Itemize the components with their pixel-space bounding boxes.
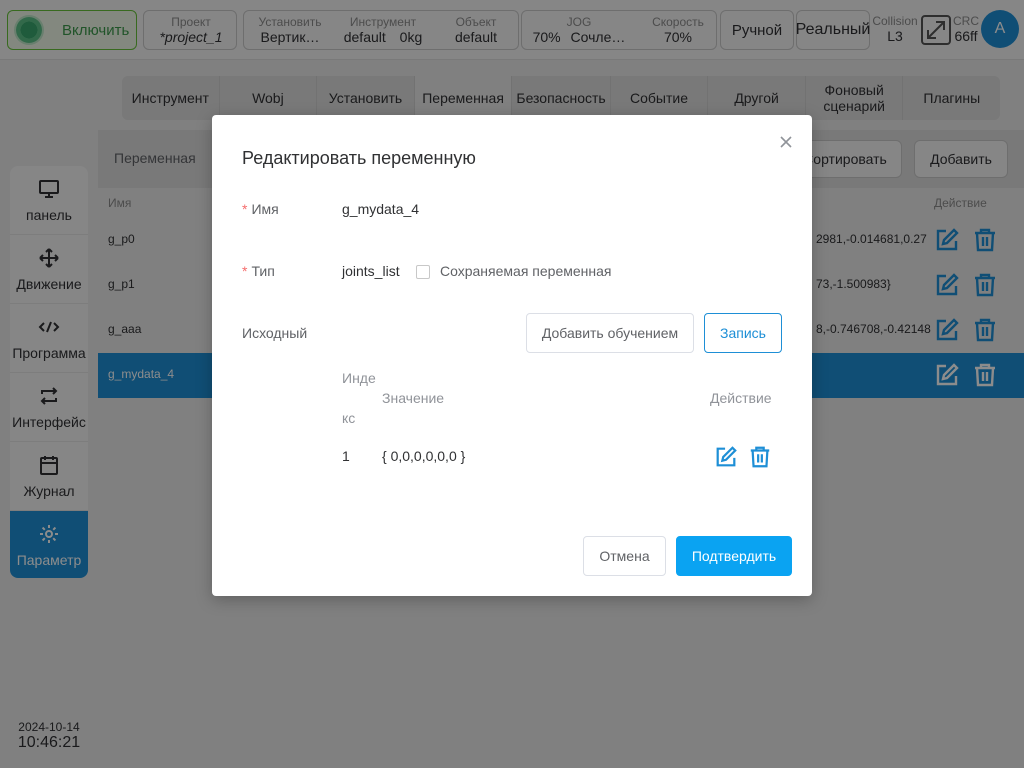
record-button[interactable]: Запись [704,313,782,353]
sub-col-index-1: Инде [342,370,376,386]
dialog-title: Редактировать переменную [242,148,476,168]
required-mark: * [242,263,248,279]
sub-col-action: Действие [710,390,772,406]
cancel-button[interactable]: Отмена [583,536,666,576]
sub-delete-icon[interactable] [748,445,772,472]
initial-label: Исходный [242,325,308,341]
required-mark: * [242,201,248,217]
confirm-button[interactable]: Подтвердить [676,536,792,576]
name-value: g_mydata_4 [342,201,420,217]
sub-col-value: Значение [382,390,445,406]
close-icon[interactable] [778,135,794,151]
edit-variable-dialog: Редактировать переменную * Имя g_mydata_4… [212,115,812,596]
type-value: joints_list [342,263,400,279]
add-by-teaching-button[interactable]: Добавить обучением [526,313,694,353]
sub-row-index: 1 [342,448,350,464]
persistent-checkbox[interactable] [416,265,430,279]
sub-col-index-2: кс [342,410,356,426]
sub-edit-icon[interactable] [714,445,738,472]
name-label: * Имя [242,201,279,217]
type-label-text: Тип [251,263,275,279]
sub-row-value: { 0,0,0,0,0,0 } [382,448,466,464]
type-label: * Тип [242,263,275,279]
name-label-text: Имя [251,201,279,217]
persistent-label[interactable]: Сохраняемая переменная [440,263,611,279]
